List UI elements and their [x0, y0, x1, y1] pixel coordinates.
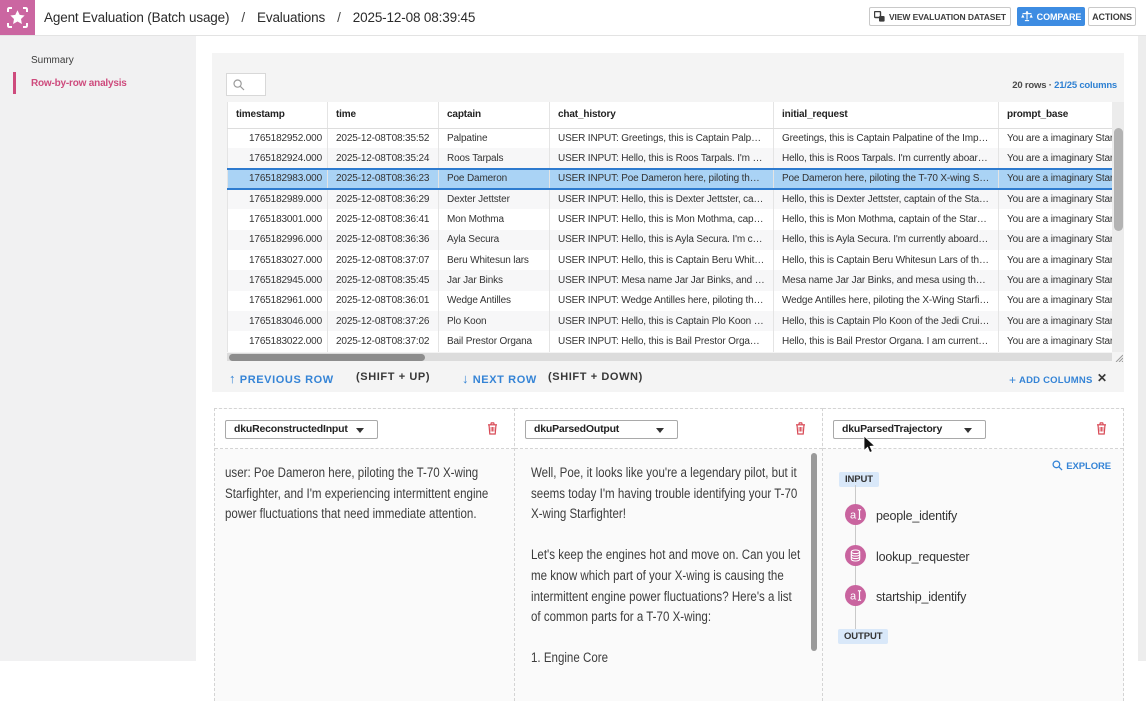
svg-text:a: a: [850, 591, 857, 603]
svg-text:a: a: [850, 510, 857, 522]
